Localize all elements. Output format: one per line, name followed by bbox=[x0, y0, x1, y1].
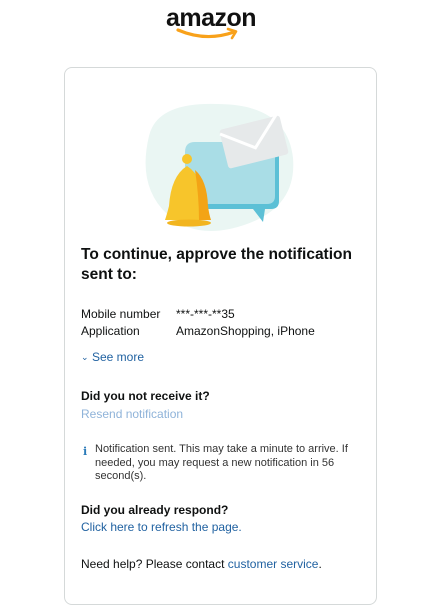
page: amazon To continue, approve the notifica… bbox=[0, 0, 432, 613]
approval-card: To continue, approve the notification se… bbox=[64, 67, 377, 605]
detail-row-application: Application AmazonShopping, iPhone bbox=[81, 323, 366, 339]
customer-service-link[interactable]: customer service bbox=[228, 557, 319, 571]
resend-notification-link[interactable]: Resend notification bbox=[81, 406, 183, 422]
page-title: To continue, approve the notification se… bbox=[81, 246, 352, 283]
not-received-heading: Did you not receive it? bbox=[81, 389, 210, 403]
detail-value: AmazonShopping, iPhone bbox=[176, 324, 315, 338]
help-suffix: . bbox=[318, 557, 322, 571]
detail-label: Mobile number bbox=[81, 307, 161, 321]
info-icon: i bbox=[83, 445, 88, 458]
refresh-page-link[interactable]: Click here to refresh the page. bbox=[81, 519, 242, 535]
detail-value: ***-***-**35 bbox=[176, 307, 235, 321]
amazon-logo[interactable]: amazon bbox=[166, 4, 274, 40]
see-more-link[interactable]: ⌄ See more bbox=[81, 349, 144, 365]
help-prefix: Need help? Please contact bbox=[81, 557, 228, 571]
info-alert: i Notification sent. This may take a min… bbox=[81, 442, 366, 486]
info-message: Notification sent. This may take a minut… bbox=[95, 443, 348, 482]
help-text: Need help? Please contact customer servi… bbox=[81, 556, 322, 572]
detail-row-mobile: Mobile number ***-***-**35 bbox=[81, 306, 366, 322]
logo-smile-icon bbox=[176, 27, 238, 40]
notification-illustration bbox=[145, 103, 294, 232]
already-responded-heading: Did you already respond? bbox=[81, 503, 229, 517]
see-more-label: See more bbox=[92, 350, 145, 364]
detail-label: Application bbox=[81, 324, 140, 338]
chevron-down-icon: ⌄ bbox=[81, 352, 89, 362]
